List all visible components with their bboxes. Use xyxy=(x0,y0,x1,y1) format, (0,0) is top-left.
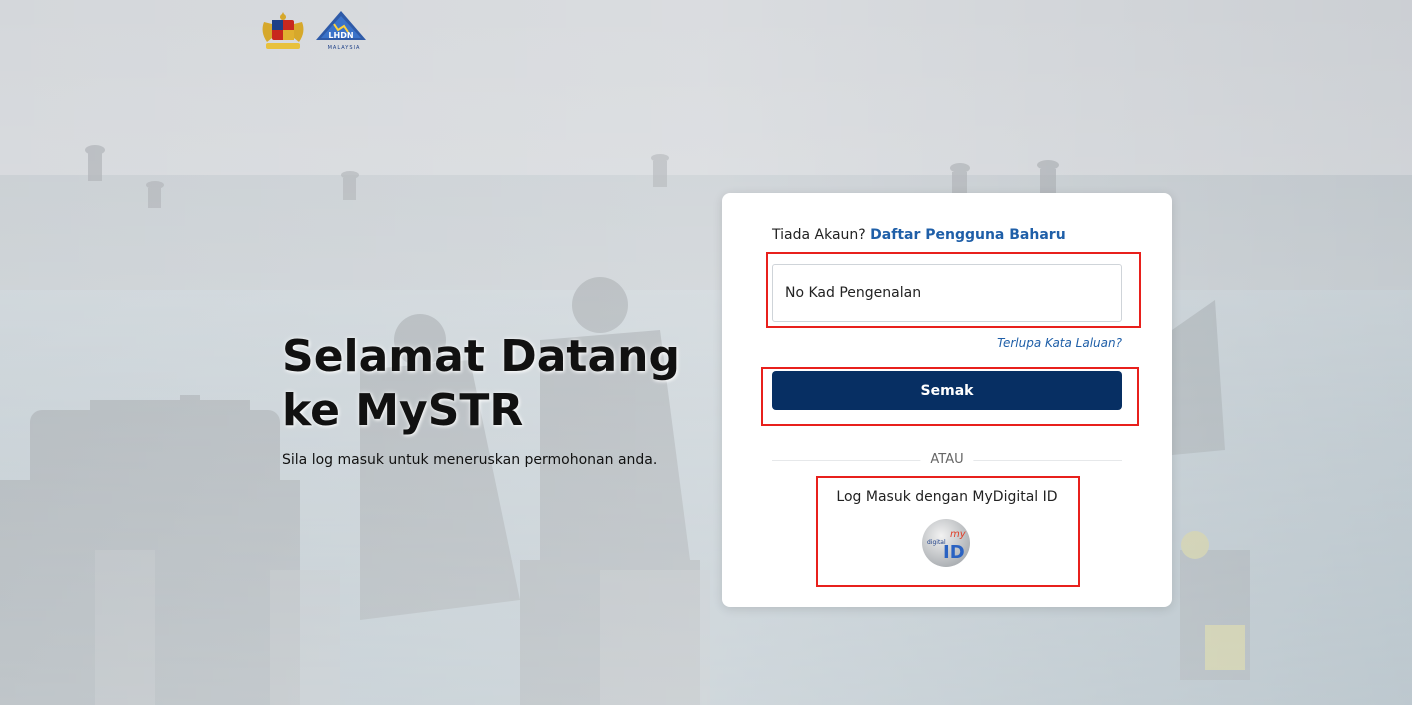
mydigital-login-label: Log Masuk dengan MyDigital ID xyxy=(836,489,1058,505)
check-button[interactable]: Semak xyxy=(772,371,1122,410)
ic-number-input[interactable] xyxy=(772,264,1122,322)
malaysia-crest-icon xyxy=(262,12,304,49)
welcome-title-line2: ke MySTR xyxy=(282,385,524,436)
background-photo xyxy=(0,0,1412,705)
register-link[interactable]: Daftar Pengguna Baharu xyxy=(870,227,1066,243)
svg-text:my: my xyxy=(950,529,967,540)
welcome-title-line1: Selamat Datang xyxy=(282,331,680,382)
no-account-text: Tiada Akaun? xyxy=(772,227,866,243)
mydigital-id-icon[interactable]: my digital ID xyxy=(921,518,971,568)
forgot-password-link[interactable]: Terlupa Kata Laluan? xyxy=(997,336,1122,350)
register-prompt: Tiada Akaun? Daftar Pengguna Baharu xyxy=(772,227,1066,243)
header-logos: LHDN MALAYSIA xyxy=(258,10,368,52)
svg-text:ID: ID xyxy=(943,542,965,563)
lhdn-logo-icon: LHDN MALAYSIA xyxy=(316,11,366,51)
welcome-title: Selamat Datang ke MySTR xyxy=(282,330,702,438)
login-page: LHDN MALAYSIA Selamat Datang ke MySTR Si… xyxy=(0,0,1412,705)
login-card: Tiada Akaun? Daftar Pengguna Baharu Terl… xyxy=(722,193,1172,607)
svg-text:MALAYSIA: MALAYSIA xyxy=(328,45,361,51)
hero-section: Selamat Datang ke MySTR Sila log masuk u… xyxy=(282,330,702,468)
or-divider: ATAU xyxy=(772,452,1122,468)
svg-text:LHDN: LHDN xyxy=(328,31,353,40)
divider-text: ATAU xyxy=(920,452,974,467)
welcome-subtitle: Sila log masuk untuk meneruskan permohon… xyxy=(282,452,658,468)
